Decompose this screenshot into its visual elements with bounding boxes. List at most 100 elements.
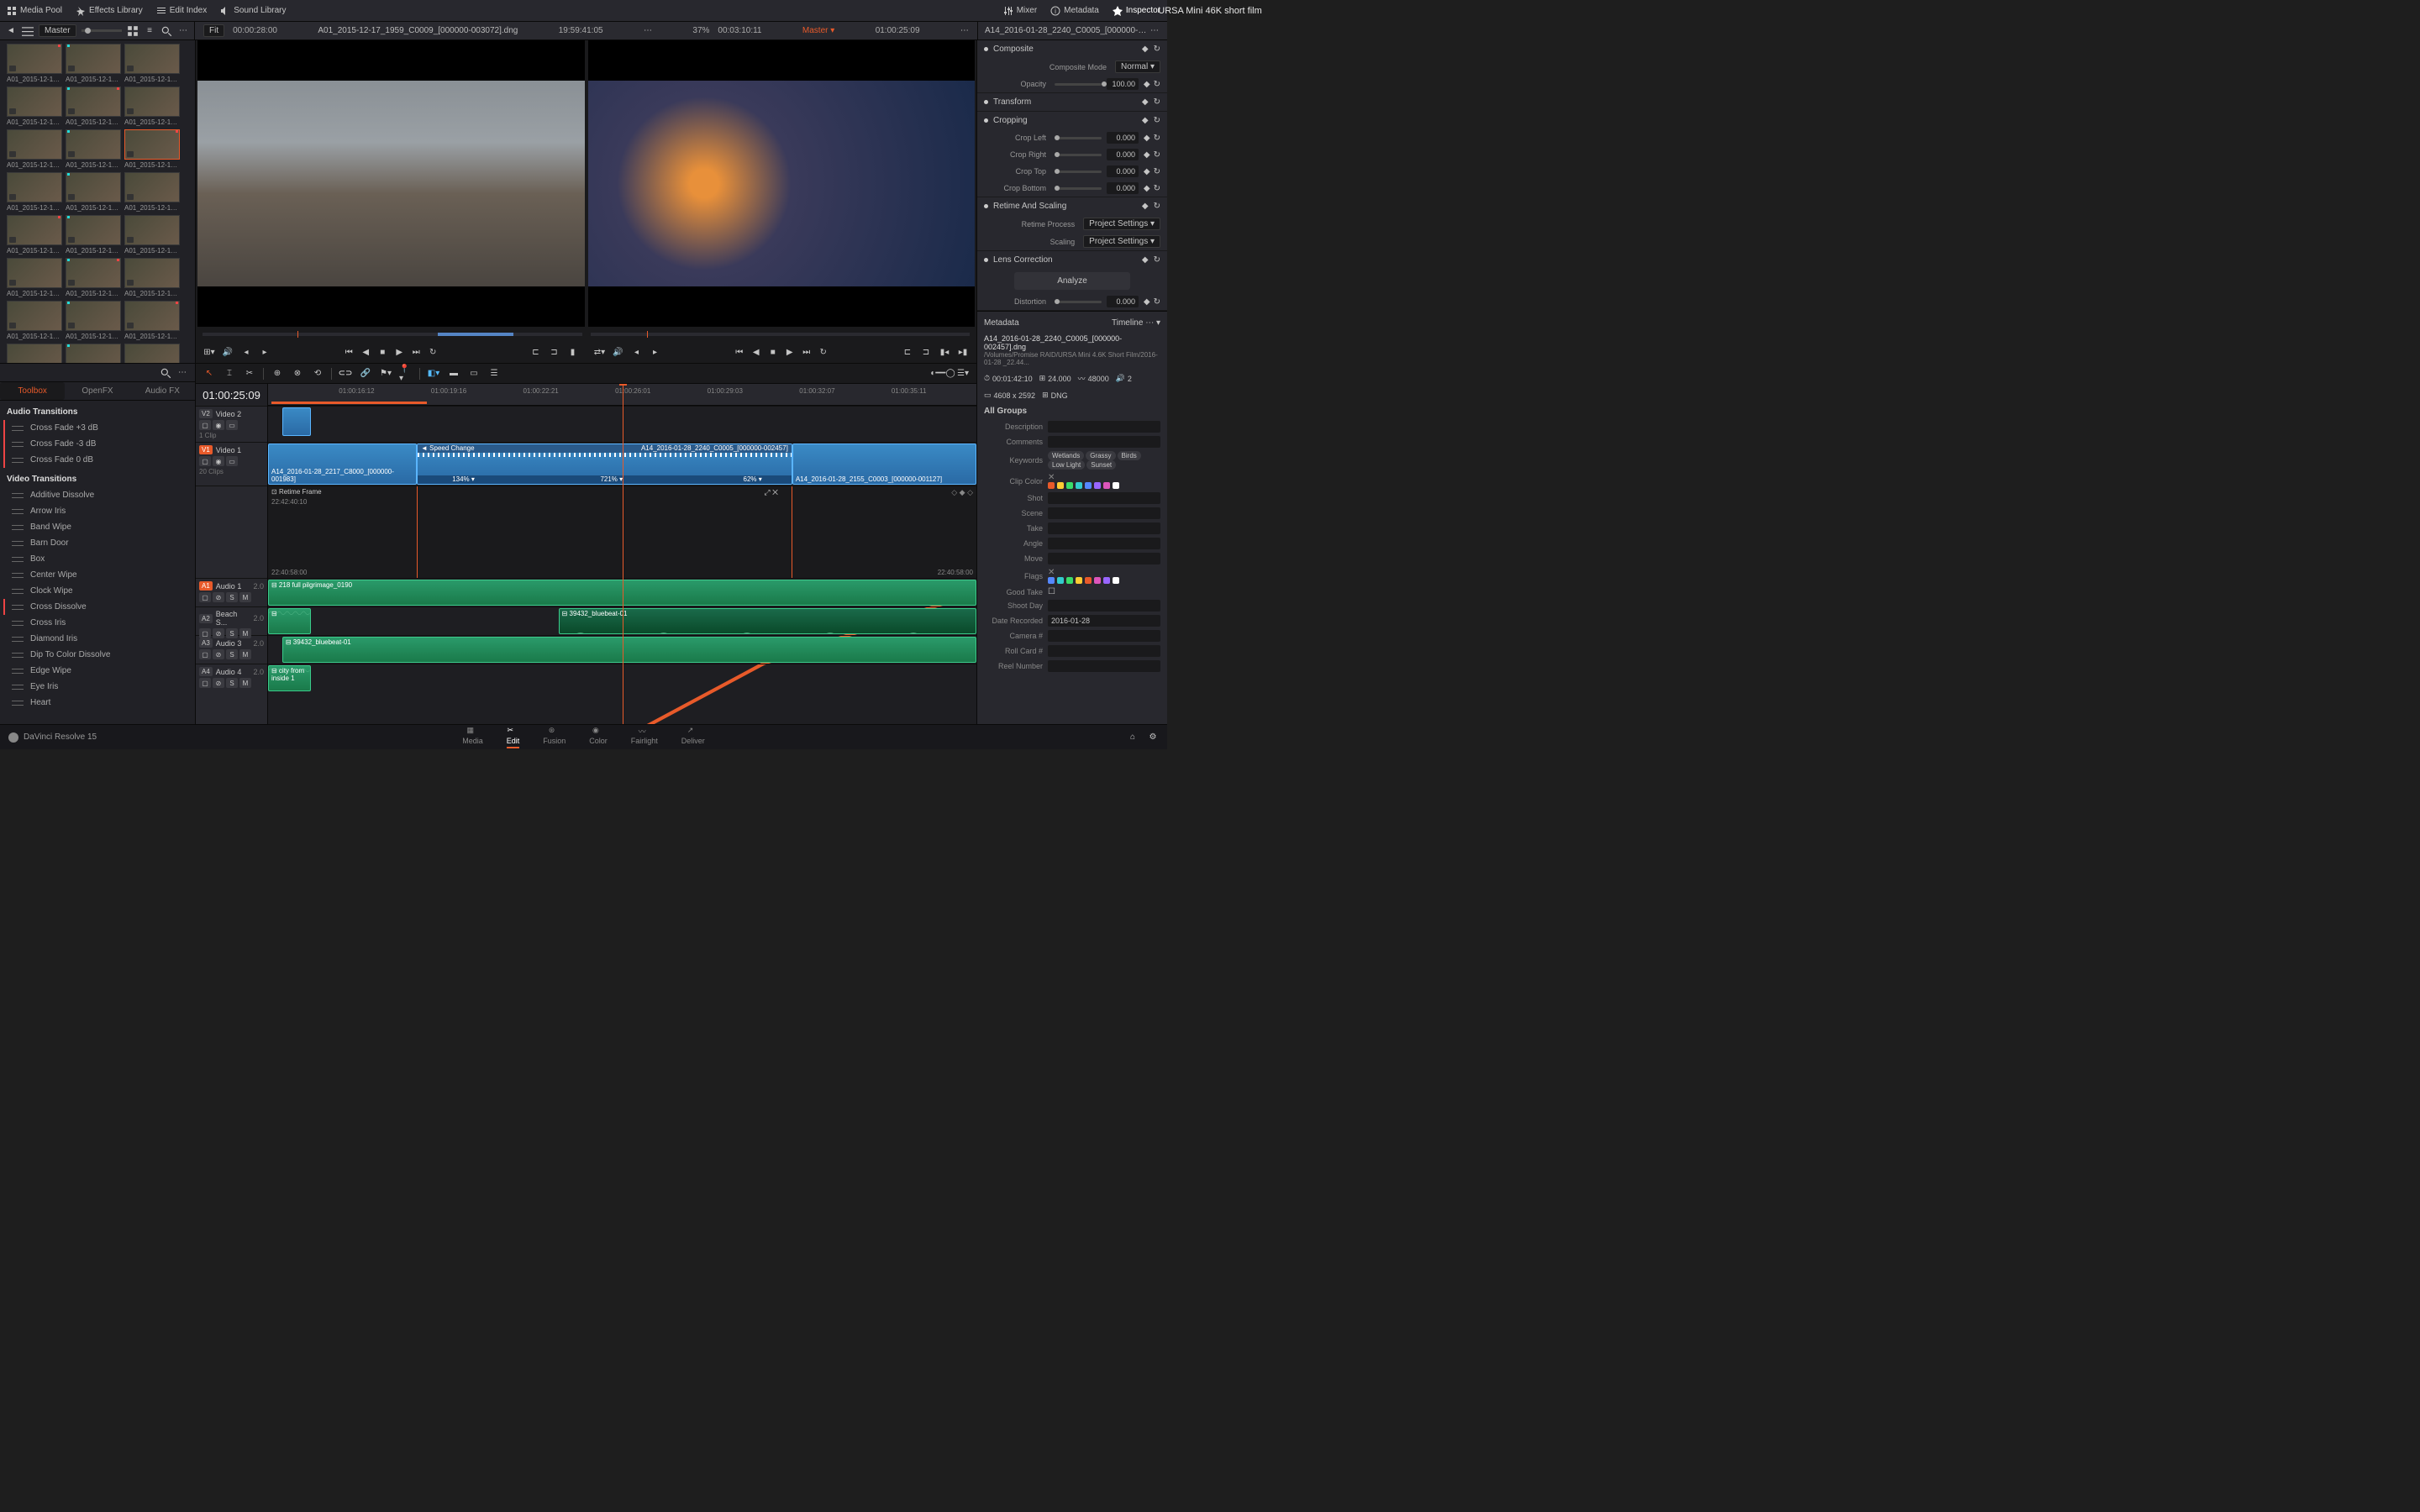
clip-thumb[interactable] — [124, 344, 180, 364]
fx-item[interactable]: Box — [0, 551, 195, 567]
keyframe-icon[interactable]: ◆ — [1142, 97, 1149, 107]
reset-icon[interactable]: ↻ — [1154, 150, 1160, 160]
inspector-section-header[interactable]: Retime And Scaling◆↻ — [977, 197, 1167, 215]
keyword-tag[interactable]: Low Light — [1048, 460, 1085, 470]
audio-track-header[interactable]: A4Audio 42.0▢⊘SM — [196, 664, 267, 692]
keyframe-icon[interactable]: ◆ — [1144, 150, 1150, 160]
timeline-viewer[interactable] — [588, 40, 976, 327]
metadata-mode[interactable]: Timeline — [1112, 318, 1143, 328]
audio-track-header[interactable]: A2Beach S...2.0▢⊘SM — [196, 606, 267, 635]
src-in-icon[interactable]: ⊏ — [529, 347, 543, 359]
tl-volume-icon[interactable]: 🔊 — [612, 347, 625, 359]
search-icon[interactable] — [160, 25, 172, 37]
clip-thumb[interactable]: A01_2015-12-17_1... — [7, 172, 62, 212]
metadata-input[interactable]: 2016-01-28 — [1048, 615, 1160, 627]
src-next-edit-icon[interactable]: ▸ — [258, 347, 271, 359]
keyframe-icon[interactable]: ◆ — [1144, 184, 1150, 193]
tl-play-icon[interactable]: ▶ — [783, 347, 797, 359]
zoom-percent[interactable]: 37% — [692, 26, 709, 35]
menu-mixer[interactable]: Mixer — [1003, 6, 1037, 16]
keyframe-icon[interactable]: ◆ — [1144, 297, 1150, 307]
keyword-tag[interactable]: Birds — [1118, 451, 1141, 460]
reset-icon[interactable]: ↻ — [1154, 116, 1160, 125]
inspector-slider[interactable] — [1055, 83, 1102, 86]
view-mode-icon[interactable]: ◧▾ — [427, 368, 440, 380]
tl-in-icon[interactable]: ⊏ — [901, 347, 914, 359]
inspector-value[interactable]: 0.000 — [1107, 182, 1139, 194]
flag-swatch[interactable] — [1113, 577, 1119, 584]
fx-search-icon[interactable] — [160, 367, 171, 379]
keyframe-icon[interactable]: ◆ — [1144, 167, 1150, 176]
page-nav-color[interactable]: ◉Color — [589, 726, 608, 748]
inspector-section-header[interactable]: Transform◆↻ — [977, 93, 1167, 111]
keyframe-icon[interactable]: ◆ — [1142, 116, 1149, 125]
gear-icon[interactable]: ⚙ — [1147, 732, 1159, 743]
tl-goto-in-icon[interactable]: ▮◂ — [938, 347, 951, 359]
analyze-button[interactable]: Analyze — [1014, 272, 1130, 290]
checkbox[interactable]: ☐ — [1048, 587, 1055, 596]
audio-clip[interactable]: ⊟ — [268, 608, 311, 634]
clip-thumb[interactable]: A01_2015-12-17_1... — [7, 129, 62, 169]
color-swatch[interactable] — [1057, 482, 1064, 489]
keyframe-icon[interactable]: ◆ — [1142, 45, 1149, 54]
select-tool-icon[interactable]: ↖ — [203, 368, 216, 380]
inspector-slider[interactable] — [1055, 171, 1102, 173]
clip-thumb[interactable]: A01_2015-12-17_1... — [124, 87, 180, 126]
src-play-icon[interactable]: ▶ — [392, 347, 406, 359]
fx-item[interactable]: Cross Fade 0 dB — [0, 452, 195, 468]
home-icon[interactable]: ⌂ — [1127, 732, 1139, 743]
flag-icon[interactable]: ⚑▾ — [379, 368, 392, 380]
menu-metadata[interactable]: iMetadata — [1050, 6, 1099, 16]
fx-item[interactable]: Heart — [0, 695, 195, 711]
metadata-input[interactable] — [1048, 492, 1160, 504]
audio-view-icon[interactable]: ▭ — [467, 368, 481, 380]
clip-thumb[interactable]: A01_2015-12-17_2... — [124, 258, 180, 297]
thumb-view-icon[interactable] — [127, 25, 139, 37]
page-nav-fusion[interactable]: ⊛Fusion — [543, 726, 566, 748]
color-swatch[interactable] — [1048, 482, 1055, 489]
inspector-value[interactable]: 100.00 — [1107, 78, 1139, 90]
flag-swatch[interactable] — [1085, 577, 1092, 584]
metadata-input[interactable] — [1048, 507, 1160, 519]
keyword-tag[interactable]: Wetlands — [1048, 451, 1084, 460]
flag-swatch[interactable] — [1057, 577, 1064, 584]
blade-tool-icon[interactable]: ✂ — [243, 368, 256, 380]
clip-thumb[interactable]: A01_2015-12-17_2... — [66, 258, 121, 297]
metadata-input[interactable] — [1048, 600, 1160, 612]
src-stop-icon[interactable]: ■ — [376, 347, 389, 359]
keyword-tag[interactable]: Sunset — [1086, 460, 1116, 470]
fx-item[interactable]: Additive Dissolve — [0, 487, 195, 503]
list-view2-icon[interactable]: ≡ — [144, 25, 155, 37]
metadata-input[interactable] — [1048, 553, 1160, 564]
src-match-icon[interactable]: ⊞▾ — [203, 347, 216, 359]
keyword-tag[interactable]: Grassy — [1086, 451, 1115, 460]
tl-last-icon[interactable]: ⏭ — [800, 347, 813, 359]
color-swatch[interactable] — [1066, 482, 1073, 489]
metadata-input[interactable] — [1048, 645, 1160, 657]
src-first-icon[interactable]: ⏮ — [342, 347, 355, 359]
clip-thumb[interactable]: A01_2015-12-17_1... — [7, 44, 62, 83]
clip-thumb[interactable] — [7, 344, 62, 364]
reset-icon[interactable]: ↻ — [1154, 255, 1160, 265]
video-track-header[interactable]: V1Video 1▢◉▭20 Clips — [196, 442, 267, 486]
flag-swatch[interactable] — [1048, 577, 1055, 584]
color-swatch[interactable] — [1103, 482, 1110, 489]
inspector-value[interactable]: 0.000 — [1107, 296, 1139, 307]
fx-item[interactable]: Cross Fade +3 dB — [0, 420, 195, 436]
src-out-icon[interactable]: ⊐ — [548, 347, 561, 359]
flag-swatch[interactable] — [1103, 577, 1110, 584]
metadata-input[interactable] — [1048, 421, 1160, 433]
audio-track-header[interactable]: A1Audio 12.0▢⊘SM — [196, 578, 267, 606]
clip-thumb[interactable]: A01_2015-12-17_1... — [124, 172, 180, 212]
clip-thumb[interactable]: A01_2015-12-17_1... — [66, 215, 121, 255]
metadata-group[interactable]: All Groups — [977, 403, 1167, 419]
tl-prev-edit-icon[interactable]: ◂ — [630, 347, 644, 359]
page-nav-fairlight[interactable]: 〰Fairlight — [631, 726, 658, 748]
metadata-input[interactable] — [1048, 660, 1160, 672]
clip-thumb[interactable]: A01_2015-12-12_1... — [124, 129, 180, 169]
fx-item[interactable]: Edge Wipe — [0, 663, 195, 679]
clip-thumb[interactable]: A01_2015-12-17_1... — [66, 87, 121, 126]
video-clip[interactable]: ◄ Speed ChangeA14_2016-01-28_2240_C0005_… — [417, 444, 792, 485]
inspector-section-header[interactable]: Cropping◆↻ — [977, 112, 1167, 129]
keyframe-icon[interactable]: ◆ — [1142, 255, 1149, 265]
